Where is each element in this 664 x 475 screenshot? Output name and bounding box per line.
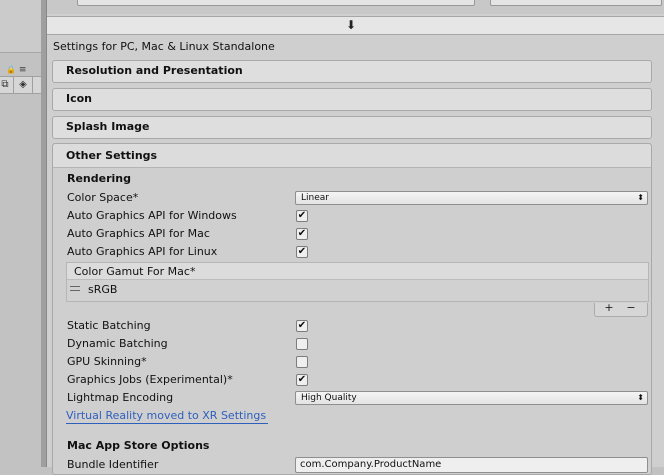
section-resolution-presentation[interactable]: Resolution and Presentation	[52, 60, 652, 83]
section-label: Splash Image	[66, 120, 150, 133]
checkmark-icon: ✔	[297, 210, 307, 221]
lightmap-encoding-label: Lightmap Encoding	[67, 391, 174, 404]
dropdown-value: High Quality	[301, 393, 357, 403]
section-other-settings: Other Settings Rendering Color Space* Li…	[52, 143, 652, 475]
top-field[interactable]	[490, 0, 662, 6]
menu-icon[interactable]: ≡	[19, 65, 27, 75]
left-panel-header	[0, 0, 41, 53]
section-other-settings-header[interactable]: Other Settings	[53, 144, 651, 168]
top-field[interactable]	[77, 0, 475, 6]
download-arrow-icon[interactable]: ⬇	[343, 18, 359, 33]
graphics-jobs-checkbox[interactable]: ✔	[296, 374, 308, 386]
dynamic-batching-checkbox[interactable]	[296, 338, 308, 350]
section-label: Other Settings	[66, 149, 158, 162]
checkmark-icon: ✔	[297, 374, 307, 385]
color-gamut-list: Color Gamut For Mac* sRGB	[66, 262, 649, 302]
checkmark-icon: ✔	[297, 320, 307, 331]
settings-title: Settings for PC, Mac & Linux Standalone	[53, 40, 275, 53]
section-label: Resolution and Presentation	[66, 64, 243, 77]
auto-graphics-linux-label: Auto Graphics API for Linux	[67, 245, 218, 258]
dynamic-batching-label: Dynamic Batching	[67, 337, 168, 350]
platform-tab-bar: ⬇	[47, 16, 664, 35]
dropdown-value: Linear	[301, 193, 329, 203]
top-fields-row	[47, 0, 664, 14]
minus-icon[interactable]: −	[625, 301, 637, 314]
vr-xr-settings-link[interactable]: Virtual Reality moved to XR Settings	[66, 409, 269, 424]
auto-graphics-windows-checkbox[interactable]: ✔	[296, 210, 308, 222]
auto-graphics-linux-checkbox[interactable]: ✔	[296, 246, 308, 258]
auto-graphics-mac-label: Auto Graphics API for Mac	[67, 227, 210, 240]
section-icon[interactable]: Icon	[52, 88, 652, 111]
color-space-dropdown[interactable]: Linear ⬍	[295, 191, 648, 205]
dropdown-arrow-icon: ⬍	[637, 393, 644, 402]
tag-icon[interactable]: ◈	[13, 77, 33, 93]
drag-handle-icon[interactable]	[70, 286, 80, 294]
dropdown-arrow-icon: ⬍	[637, 193, 644, 202]
list-item[interactable]: sRGB	[67, 280, 648, 301]
section-label: Icon	[66, 92, 93, 105]
lock-menu-bar: 🔒 ≡	[6, 64, 40, 76]
static-batching-label: Static Batching	[67, 319, 151, 332]
color-space-label: Color Space*	[67, 191, 139, 204]
bundle-identifier-value: com.Company.ProductName	[300, 459, 442, 470]
list-add-remove-footer: + −	[594, 301, 648, 317]
bundle-identifier-field[interactable]: com.Company.ProductName	[295, 457, 648, 473]
scene-icon[interactable]: ⧉	[0, 77, 12, 93]
section-splash-image[interactable]: Splash Image	[52, 116, 652, 139]
lightmap-encoding-dropdown[interactable]: High Quality ⬍	[295, 391, 648, 405]
auto-graphics-windows-label: Auto Graphics API for Windows	[67, 209, 237, 222]
left-panel: 🔒 ≡ ⧉ ◈	[0, 0, 41, 467]
color-gamut-header: Color Gamut For Mac*	[67, 263, 648, 280]
mac-app-store-heading: Mac App Store Options	[67, 439, 210, 452]
left-toolbar: ⧉ ◈	[0, 76, 41, 94]
lock-icon[interactable]: 🔒	[6, 65, 16, 74]
color-gamut-title: Color Gamut For Mac*	[74, 265, 196, 278]
graphics-jobs-label: Graphics Jobs (Experimental)*	[67, 373, 233, 386]
checkmark-icon: ✔	[297, 228, 307, 239]
static-batching-checkbox[interactable]: ✔	[296, 320, 308, 332]
gpu-skinning-label: GPU Skinning*	[67, 355, 147, 368]
player-settings-inspector: ⬇ Settings for PC, Mac & Linux Standalon…	[47, 0, 664, 475]
bundle-identifier-label: Bundle Identifier	[67, 458, 159, 471]
auto-graphics-mac-checkbox[interactable]: ✔	[296, 228, 308, 240]
gpu-skinning-checkbox[interactable]	[296, 356, 308, 368]
plus-icon[interactable]: +	[603, 301, 615, 314]
checkmark-icon: ✔	[297, 246, 307, 257]
rendering-heading: Rendering	[67, 172, 131, 185]
list-item-label: sRGB	[88, 283, 118, 296]
